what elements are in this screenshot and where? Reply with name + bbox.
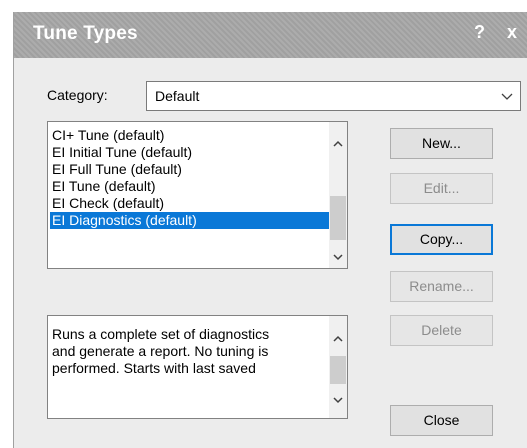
description-line: Runs a complete set of diagnostics <box>52 326 270 342</box>
rename-button[interactable]: Rename... <box>390 271 493 302</box>
close-button[interactable]: Close <box>390 405 493 436</box>
tune-list-scrollbar[interactable] <box>329 122 347 268</box>
description-box[interactable]: Runs a complete set of diagnostics and g… <box>47 315 348 419</box>
scroll-up-icon[interactable] <box>329 331 347 348</box>
list-item-selected[interactable]: EI Diagnostics (default) <box>50 212 331 229</box>
close-window-button[interactable]: x <box>507 22 517 43</box>
tune-type-list[interactable]: CI+ Tune (default) EI Initial Tune (defau… <box>47 121 348 269</box>
copy-button[interactable]: Copy... <box>390 224 493 255</box>
tune-types-dialog: Tune Types ? x Category: Default CI+ Tun… <box>13 12 527 448</box>
list-item[interactable]: EI Check (default) <box>50 195 331 212</box>
scroll-up-icon[interactable] <box>329 136 347 153</box>
description-scroll-thumb[interactable] <box>330 356 346 384</box>
description-line: and generate a report. No tuning is <box>52 343 269 359</box>
list-item[interactable]: CI+ Tune (default) <box>50 127 331 144</box>
description-line: performed. Starts with last saved <box>52 360 256 376</box>
list-item[interactable]: EI Full Tune (default) <box>50 161 331 178</box>
list-item[interactable]: EI Tune (default) <box>50 178 331 195</box>
description-text: Runs a complete set of diagnostics and g… <box>52 326 322 377</box>
list-item[interactable]: EI Initial Tune (default) <box>50 144 331 161</box>
new-button[interactable]: New... <box>390 128 493 159</box>
title-bar[interactable]: Tune Types ? x <box>14 12 527 58</box>
dialog-title: Tune Types <box>33 23 138 44</box>
description-scrollbar[interactable] <box>329 316 347 418</box>
scroll-down-icon[interactable] <box>329 248 347 265</box>
tune-list-scroll-thumb[interactable] <box>330 196 346 240</box>
help-button[interactable]: ? <box>474 22 485 43</box>
category-value: Default <box>155 88 200 104</box>
chevron-down-icon <box>501 93 513 100</box>
edit-button[interactable]: Edit... <box>390 173 493 204</box>
category-label: Category: <box>47 87 108 103</box>
delete-button[interactable]: Delete <box>390 315 493 346</box>
category-select[interactable]: Default <box>146 81 521 111</box>
tune-type-items: CI+ Tune (default) EI Initial Tune (defau… <box>50 127 331 229</box>
scroll-down-icon[interactable] <box>329 391 347 408</box>
